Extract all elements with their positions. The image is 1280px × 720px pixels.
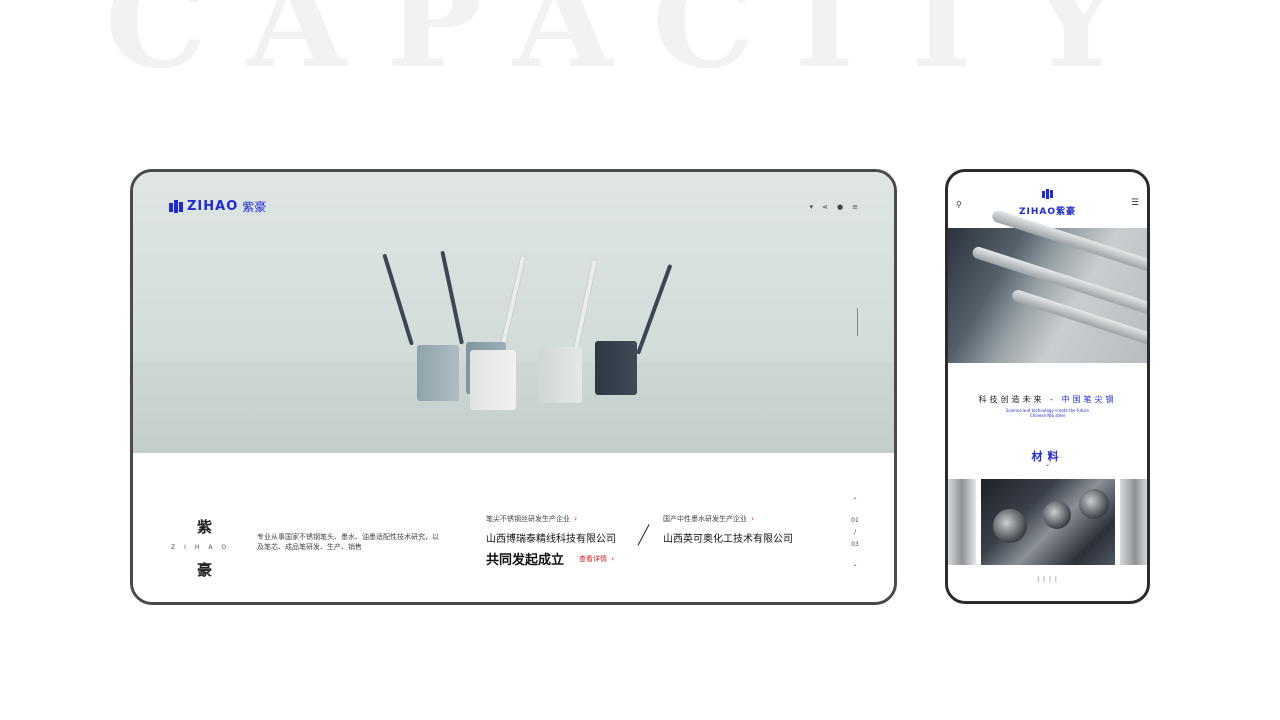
pen-holder-navy — [595, 341, 637, 395]
slogan-left: 科技创造未来 — [978, 395, 1045, 404]
logo-mark-icon — [169, 200, 183, 213]
view-details-link[interactable]: 查看详情 › — [579, 554, 614, 564]
chevron-right-icon: › — [574, 514, 578, 523]
pen-1 — [382, 253, 414, 346]
mobile-hero-image — [948, 208, 1147, 363]
chevron-right-icon: › — [611, 554, 615, 563]
menu-icon[interactable]: ≡ — [852, 203, 858, 211]
pager-separator: / — [853, 529, 857, 536]
desktop-mockup: ZIHAO 紫豪 ▾ ⋖ ● ≡ 紫 ZIHAO 豪 专业从事国家不锈钢笔头、墨… — [130, 169, 897, 605]
carousel-slide-prev[interactable] — [948, 479, 976, 565]
company1-name: 山西博瑞泰精线科技有限公司 — [486, 534, 616, 545]
mobile-header: ⚲ ZIHAO紫豪 ☰ — [948, 172, 1147, 228]
menu-icon[interactable]: ☰ — [1131, 198, 1139, 208]
logo-mark-icon — [1042, 189, 1053, 199]
brand-char-1: 紫 — [197, 518, 213, 536]
pen-holder-blue — [417, 345, 459, 401]
roller-1 — [993, 509, 1027, 543]
chevron-down-icon[interactable]: ⌄ — [948, 461, 1147, 468]
pen-holder-white — [470, 350, 516, 410]
pager-current: 01 — [851, 517, 859, 524]
company1-tag[interactable]: 笔尖不锈钢丝研发生产企业 › — [486, 514, 577, 524]
chevron-right-icon: › — [751, 514, 755, 523]
brand-char-2: 豪 — [197, 561, 213, 579]
pen-3 — [500, 255, 526, 350]
company2-tag-text: 国产中性墨水研发生产企业 — [663, 515, 747, 523]
hero-banner: ZIHAO 紫豪 ▾ ⋖ ● ≡ — [133, 172, 894, 453]
pen-2 — [440, 250, 464, 345]
header-icon-nav: ▾ ⋖ ● ≡ — [810, 203, 858, 211]
chevron-down-icon[interactable]: ⌄ — [850, 559, 860, 571]
desktop-logo[interactable]: ZIHAO 紫豪 — [169, 198, 266, 215]
pager-total: 03 — [851, 541, 859, 548]
pen-holder-grey — [538, 347, 582, 403]
slogan-english-line2: Chinese NIb steel — [1030, 413, 1065, 418]
headline: 共同发起成立 — [486, 553, 565, 568]
divider-slash — [637, 524, 650, 546]
cart-icon[interactable]: ▾ — [810, 203, 814, 211]
pen-5 — [636, 264, 673, 355]
mobile-slogan: 科技创造未来 - 中国笔尖钢 — [948, 394, 1147, 405]
slogan-right: 中国笔尖钢 — [1061, 395, 1117, 404]
carousel-pager[interactable]: | | | | — [948, 576, 1147, 583]
logo-cn: 紫豪 — [242, 200, 267, 214]
company2-name: 山西英可奥化工技术有限公司 — [663, 534, 793, 545]
share-icon[interactable]: ⋖ — [822, 203, 828, 211]
slogan-separator: - — [1050, 395, 1056, 404]
pen-4 — [573, 259, 597, 354]
roller-2 — [1043, 501, 1071, 529]
carousel-slide-next[interactable] — [1120, 479, 1147, 565]
hero-scroll-indicator — [857, 308, 858, 336]
roller-3 — [1079, 489, 1109, 519]
view-details-label: 查看详情 — [579, 555, 607, 563]
chevron-up-icon[interactable]: ⌃ — [850, 495, 860, 507]
mobile-slogan-english: Science and technology create the future… — [948, 408, 1147, 418]
company-description: 专业从事国家不锈钢笔头、墨水、油墨适配性技术研究，以及笔芯、成品笔研发、生产、销… — [257, 533, 439, 551]
company1-tag-text: 笔尖不锈钢丝研发生产企业 — [486, 515, 570, 523]
mobile-logo[interactable]: ZIHAO紫豪 — [948, 204, 1147, 217]
brand-english: ZIHAO — [171, 544, 236, 551]
logo-text: ZIHAO — [187, 199, 239, 214]
company2-tag[interactable]: 国产中性墨水研发生产企业 › — [663, 514, 754, 524]
user-icon[interactable]: ● — [837, 203, 843, 211]
intro-section: 紫 ZIHAO 豪 专业从事国家不锈钢笔头、墨水、油墨适配性技术研究，以及笔芯、… — [133, 453, 894, 602]
carousel-slide-current[interactable] — [981, 479, 1115, 565]
background-watermark-word: CAPACITY — [105, 0, 1161, 97]
slide-pager: ⌃ 01 / 03 ⌄ — [850, 495, 860, 571]
mobile-mockup: ⚲ ZIHAO紫豪 ☰ 科技创造未来 - 中国笔尖钢 Science and t… — [945, 169, 1150, 604]
